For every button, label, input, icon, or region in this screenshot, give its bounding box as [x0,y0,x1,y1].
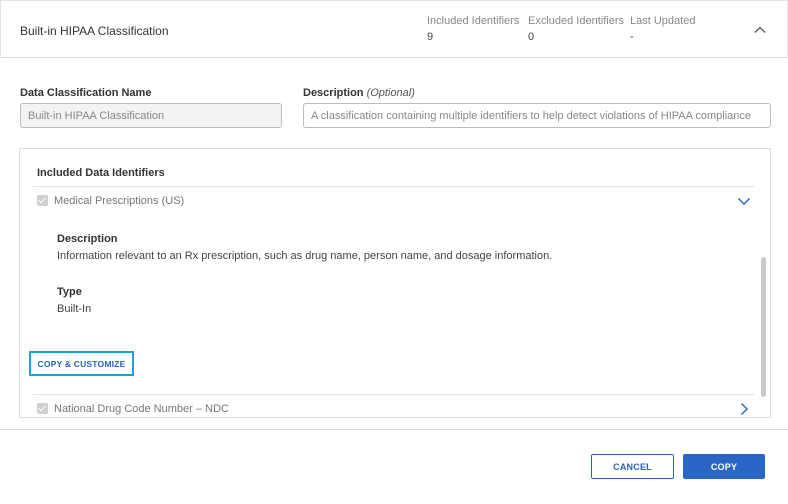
classification-name-field[interactable]: Built-in HIPAA Classification [20,103,282,128]
description-label: Description (Optional) [303,87,415,99]
description-label-text: Description [303,87,364,99]
identifier-description-heading: Description [57,233,118,245]
stat-value: 0 [528,31,535,43]
chevron-up-icon[interactable] [753,23,767,37]
classification-title: Built-in HIPAA Classification [20,24,169,38]
stat-excluded-identifiers: Excluded Identifiers 0 [528,15,624,43]
stat-last-updated: Last Updated - [630,15,695,43]
scrollbar[interactable] [760,257,767,397]
identifier-type-value: Built-In [57,303,92,315]
identifier-row-ndc[interactable]: National Drug Code Number – NDC [33,394,754,417]
identifier-label: Medical Prescriptions (US) [54,195,185,207]
copy-customize-button[interactable]: COPY & CUSTOMIZE [29,351,134,376]
identifier-checkbox[interactable] [37,195,48,206]
identifier-type-heading: Type [57,286,82,298]
cancel-button[interactable]: CANCEL [591,454,674,479]
description-field[interactable]: A classification containing multiple ide… [303,103,771,128]
included-identifiers-panel: Included Data Identifiers Medical Prescr… [19,148,771,418]
identifier-label: National Drug Code Number – NDC [54,403,229,415]
stat-label: Included Identifiers [427,15,520,27]
optional-label: (Optional) [366,87,415,99]
stat-included-identifiers: Included Identifiers 9 [427,15,519,43]
included-identifiers-title: Included Data Identifiers [37,167,165,179]
identifier-description-text: Information relevant to an Rx prescripti… [57,250,553,262]
classification-header[interactable]: Built-in HIPAA Classification Included I… [0,0,788,58]
chevron-right-icon[interactable] [736,401,752,417]
stat-label: Excluded Identifiers [528,15,624,27]
identifier-checkbox[interactable] [37,403,48,414]
chevron-down-icon[interactable] [736,193,752,209]
stat-value: 9 [427,31,434,43]
footer-divider [0,429,788,430]
stat-label: Last Updated [630,15,696,27]
identifier-row-medical-prescriptions[interactable]: Medical Prescriptions (US) [33,186,754,214]
copy-button[interactable]: COPY [683,454,765,479]
classification-name-label: Data Classification Name [20,87,152,99]
scrollbar-thumb[interactable] [761,257,766,397]
stat-value: - [630,31,634,43]
